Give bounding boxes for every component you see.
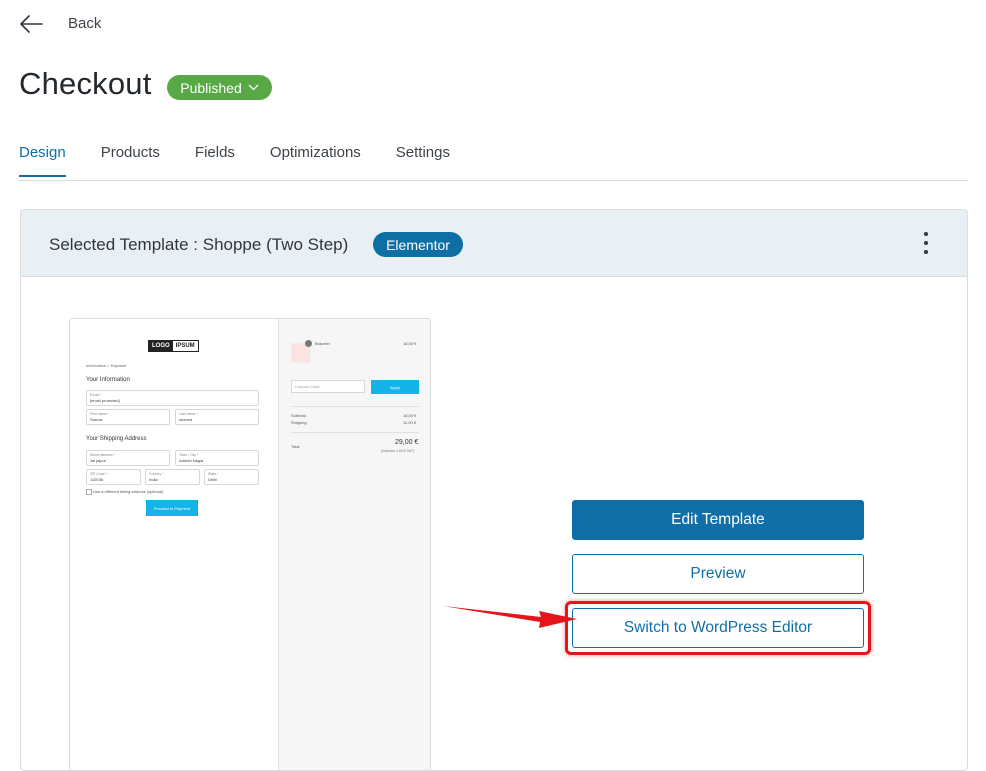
annotation-arrow-icon <box>443 606 577 628</box>
thumbnail-shipping-heading: Your Shipping Address <box>86 436 147 442</box>
template-thumbnail: LOGO IPSUM Information > Payment Your Inf… <box>69 318 431 770</box>
thumbnail-billing-label: Use a different billing address (optiona… <box>93 489 164 494</box>
thumbnail-last-name-field: Last name * sharma <box>175 409 259 425</box>
thumbnail-info-heading: Your Information <box>86 377 130 383</box>
template-name: Shoppe <box>202 235 262 254</box>
thumbnail-email-field: Email * [email protected] <box>86 390 259 406</box>
template-card: Selected Template : Shoppe (Two Step) El… <box>20 209 968 771</box>
thumbnail-shipping-label: Shipping <box>291 420 307 425</box>
thumbnail-logo: LOGO IPSUM <box>148 340 199 352</box>
status-dropdown[interactable]: Published <box>167 75 272 100</box>
thumbnail-country-field: Country * India <box>145 469 200 485</box>
thumbnail-divider <box>291 432 419 433</box>
more-options-icon[interactable] <box>916 232 936 254</box>
switch-to-wordpress-editor-button[interactable]: Switch to WordPress Editor <box>572 608 864 648</box>
thumbnail-product-price: 18,00 € <box>403 341 417 346</box>
preview-button[interactable]: Preview <box>572 554 864 594</box>
back-arrow-icon[interactable] <box>18 12 44 36</box>
thumbnail-town-field: Town / City * Adarsh Nagar <box>175 450 259 466</box>
tab-fields[interactable]: Fields <box>195 144 235 177</box>
tab-bar: Design Products Fields Optimizations Set… <box>19 144 485 177</box>
tab-products[interactable]: Products <box>101 144 160 177</box>
thumbnail-divider <box>291 406 419 407</box>
edit-template-button[interactable]: Edit Template <box>572 500 864 540</box>
page-title: Checkout <box>19 66 152 101</box>
thumbnail-checkbox <box>86 489 92 495</box>
thumbnail-shipping-value: 11,00 € <box>403 420 417 425</box>
thumbnail-total-note: (includes 2,64 € VAT) <box>381 449 415 453</box>
template-card-header: Selected Template : Shoppe (Two Step) El… <box>21 210 967 277</box>
tabs-divider <box>19 180 968 181</box>
thumbnail-state-field: State * Delhi <box>204 469 259 485</box>
tab-optimizations[interactable]: Optimizations <box>270 144 361 177</box>
template-variant: (Two Step) <box>266 235 349 254</box>
thumbnail-first-name-field: First name * Saurav <box>86 409 170 425</box>
builder-badge: Elementor <box>373 232 463 257</box>
thumbnail-street-field: Street address * Jai jaipur <box>86 450 170 466</box>
thumbnail-proceed-button: Proceed to Payment <box>146 500 198 516</box>
thumbnail-subtotal-label: Subtotal <box>291 413 306 418</box>
thumbnail-subtotal-value: 18,00 € <box>403 413 417 418</box>
thumbnail-apply-button: Apply <box>371 380 419 394</box>
status-label: Published <box>180 79 242 96</box>
thumbnail-coupon-input: Coupon Code <box>291 380 365 393</box>
thumbnail-qty-badge <box>305 340 312 347</box>
back-link[interactable]: Back <box>68 15 101 32</box>
thumbnail-product-name: Bracelet <box>315 341 330 346</box>
thumbnail-order-summary: Bracelet 18,00 € Coupon Code Apply Subto… <box>278 319 430 770</box>
tab-settings[interactable]: Settings <box>396 144 450 177</box>
chevron-down-icon <box>248 84 259 91</box>
thumbnail-total-value: 29,00 € <box>395 439 419 446</box>
thumbnail-breadcrumb: Information > Payment <box>86 363 127 368</box>
thumbnail-total-label: Total <box>291 444 300 449</box>
selected-template-prefix: Selected Template : <box>49 235 198 254</box>
tab-design[interactable]: Design <box>19 144 66 177</box>
selected-template-title: Selected Template : Shoppe (Two Step) <box>49 235 348 255</box>
thumbnail-zip-field: ZIP Code * 110036 <box>86 469 141 485</box>
